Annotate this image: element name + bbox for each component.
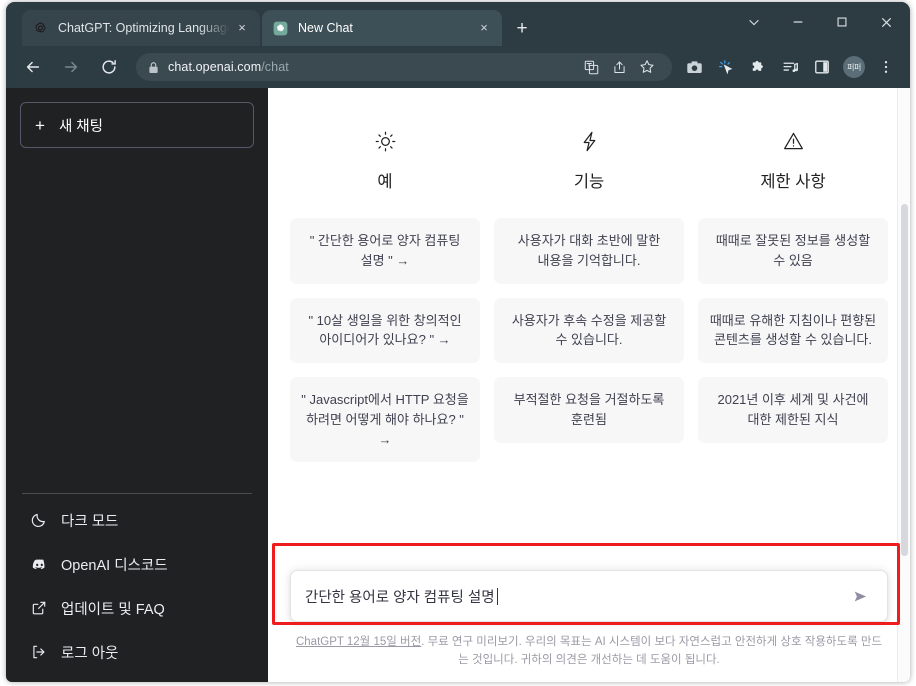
screenshot-camera-icon[interactable] <box>679 52 709 82</box>
discord-icon <box>30 555 48 573</box>
sidebar-item-label: 로그 아웃 <box>61 645 119 662</box>
sidebar-divider <box>22 493 252 494</box>
composer-wrapper: 간단한 용어로 양자 컴퓨팅 설명 <box>268 570 910 626</box>
tab-close-icon[interactable]: × <box>234 20 250 36</box>
reload-button[interactable] <box>94 52 124 82</box>
capability-card: 사용자가 대화 초반에 말한 내용을 기억합니다. <box>494 218 684 284</box>
welcome-content: 예 " 간단한 용어로 양자 컴퓨팅 설명 " → " 10살 생일을 위한 창… <box>268 88 910 570</box>
footer-text: ChatGPT 12월 15일 버전. 무료 연구 미리보기. 우리의 목표는 … <box>294 634 884 670</box>
column-title: 예 <box>377 173 393 191</box>
example-card[interactable]: " 10살 생일을 위한 창의적인 아이디어가 있나요? " → <box>290 297 480 363</box>
plus-icon: + <box>35 115 45 135</box>
footer-disclaimer: ChatGPT 12월 15일 버전. 무료 연구 미리보기. 우리의 목표는 … <box>268 626 910 682</box>
column-limitations: 제한 사항 때때로 잘못된 정보를 생성할 수 있음 때때로 유해한 지침이나 … <box>698 128 888 476</box>
column-header-examples: 예 <box>290 128 480 192</box>
example-card[interactable]: " 간단한 용어로 양자 컴퓨팅 설명 " → <box>290 218 480 284</box>
version-link[interactable]: ChatGPT 12월 15일 버전 <box>296 636 421 648</box>
browser-window: ChatGPT: Optimizing Language × New Chat … <box>6 2 910 682</box>
column-capabilities: 기능 사용자가 대화 초반에 말한 내용을 기억합니다. 사용자가 후속 수정을… <box>494 128 684 476</box>
footer-rest: . 무료 연구 미리보기. 우리의 목표는 AI 시스템이 보다 자연스럽고 안… <box>421 636 883 667</box>
share-icon[interactable] <box>606 54 632 80</box>
page-viewport: + 새 채팅 다크 모드 OpenAI 디스코드 업데이트 및 FAQ 로그 아… <box>6 88 910 682</box>
prompt-input[interactable]: 간단한 용어로 양자 컴퓨팅 설명 <box>305 586 847 607</box>
lightning-bolt-icon <box>578 128 601 154</box>
external-link-icon <box>30 599 48 617</box>
column-title: 기능 <box>573 173 605 191</box>
url-path: /chat <box>261 60 289 74</box>
sidebar-item-updates-faq[interactable]: 업데이트 및 FAQ <box>18 587 256 629</box>
media-playlist-icon[interactable] <box>775 52 805 82</box>
scrollbar-thumb[interactable] <box>901 204 908 556</box>
lock-icon <box>148 61 159 74</box>
kebab-menu-icon[interactable] <box>871 52 901 82</box>
side-panel-icon[interactable] <box>807 52 837 82</box>
address-bar[interactable]: chat.openai.com/chat <box>136 53 672 81</box>
sidebar-item-label: 업데이트 및 FAQ <box>61 601 165 618</box>
extensions-puzzle-icon[interactable] <box>743 52 773 82</box>
prompt-composer[interactable]: 간단한 용어로 양자 컴퓨팅 설명 <box>290 570 888 623</box>
tab-strip: ChatGPT: Optimizing Language × New Chat … <box>6 2 910 46</box>
moon-icon <box>30 511 48 529</box>
new-chat-label: 새 채팅 <box>58 118 103 135</box>
translate-icon[interactable] <box>578 54 604 80</box>
column-header-capabilities: 기능 <box>494 128 684 192</box>
chatgpt-sidebar: + 새 채팅 다크 모드 OpenAI 디스코드 업데이트 및 FAQ 로그 아… <box>6 88 268 682</box>
prompt-input-value: 간단한 용어로 양자 컴퓨팅 설명 <box>305 589 495 606</box>
minimize-icon[interactable] <box>776 2 820 42</box>
limitation-card: 2021년 이후 세계 및 사건에 대한 제한된 지식 <box>698 377 888 443</box>
window-controls <box>732 2 908 42</box>
url-host: chat.openai.com <box>168 60 262 74</box>
cursor-click-icon[interactable] <box>711 52 741 82</box>
forward-button[interactable] <box>56 52 86 82</box>
column-examples: 예 " 간단한 용어로 양자 컴퓨팅 설명 " → " 10살 생일을 위한 창… <box>290 128 480 476</box>
sidebar-conversation-list <box>14 148 260 487</box>
page-scrollbar[interactable] <box>897 88 910 682</box>
column-title: 제한 사항 <box>760 173 826 191</box>
logout-icon <box>30 643 48 661</box>
sidebar-item-label: OpenAI 디스코드 <box>61 557 168 574</box>
welcome-columns: 예 " 간단한 용어로 양자 컴퓨팅 설명 " → " 10살 생일을 위한 창… <box>290 128 888 476</box>
bookmark-star-icon[interactable] <box>634 54 660 80</box>
text-caret <box>496 587 498 605</box>
address-bar-row: chat.openai.com/chat 퍼퍼 <box>6 46 910 88</box>
column-header-limitations: 제한 사항 <box>698 128 888 192</box>
example-card[interactable]: " Javascript에서 HTTP 요청을 하려면 어떻게 해야 하나요? … <box>290 377 480 463</box>
browser-tab-new-chat[interactable]: New Chat × <box>262 10 502 46</box>
openai-logo-icon <box>32 20 49 37</box>
openai-logo-icon <box>272 20 289 37</box>
new-tab-button[interactable]: + <box>509 16 535 42</box>
browser-tab-chatgpt-optimizing-language[interactable]: ChatGPT: Optimizing Language × <box>22 10 260 46</box>
tab-close-icon[interactable]: × <box>476 20 492 36</box>
sidebar-item-label: 다크 모드 <box>61 513 119 530</box>
back-button[interactable] <box>18 52 48 82</box>
maximize-icon[interactable] <box>820 2 864 42</box>
screenshot-root: ChatGPT: Optimizing Language × New Chat … <box>0 0 916 686</box>
new-chat-button[interactable]: + 새 채팅 <box>20 102 254 148</box>
warning-triangle-icon <box>782 128 805 154</box>
limitation-card: 때때로 잘못된 정보를 생성할 수 있음 <box>698 218 888 284</box>
sidebar-item-openai-discord[interactable]: OpenAI 디스코드 <box>18 543 256 585</box>
chat-main-area: 예 " 간단한 용어로 양자 컴퓨팅 설명 " → " 10살 생일을 위한 창… <box>268 88 910 682</box>
sidebar-item-log-out[interactable]: 로그 아웃 <box>18 631 256 673</box>
close-icon[interactable] <box>864 2 908 42</box>
sidebar-item-dark-mode[interactable]: 다크 모드 <box>18 499 256 541</box>
sun-icon <box>374 128 397 154</box>
capability-card: 부적절한 요청을 거절하도록 훈련됨 <box>494 377 684 443</box>
tab-title: ChatGPT: Optimizing Language <box>58 21 230 35</box>
limitation-card: 때때로 유해한 지침이나 편향된 콘텐츠를 생성할 수 있습니다. <box>698 297 888 363</box>
capability-card: 사용자가 후속 수정을 제공할 수 있습니다. <box>494 297 684 363</box>
url-text: chat.openai.com/chat <box>168 60 289 74</box>
tab-title: New Chat <box>298 21 353 35</box>
omnibox-actions <box>576 54 660 80</box>
tab-search-chevron-down-icon[interactable] <box>732 2 776 42</box>
profile-avatar[interactable]: 퍼퍼 <box>843 56 865 78</box>
send-arrow-icon[interactable] <box>847 583 873 609</box>
